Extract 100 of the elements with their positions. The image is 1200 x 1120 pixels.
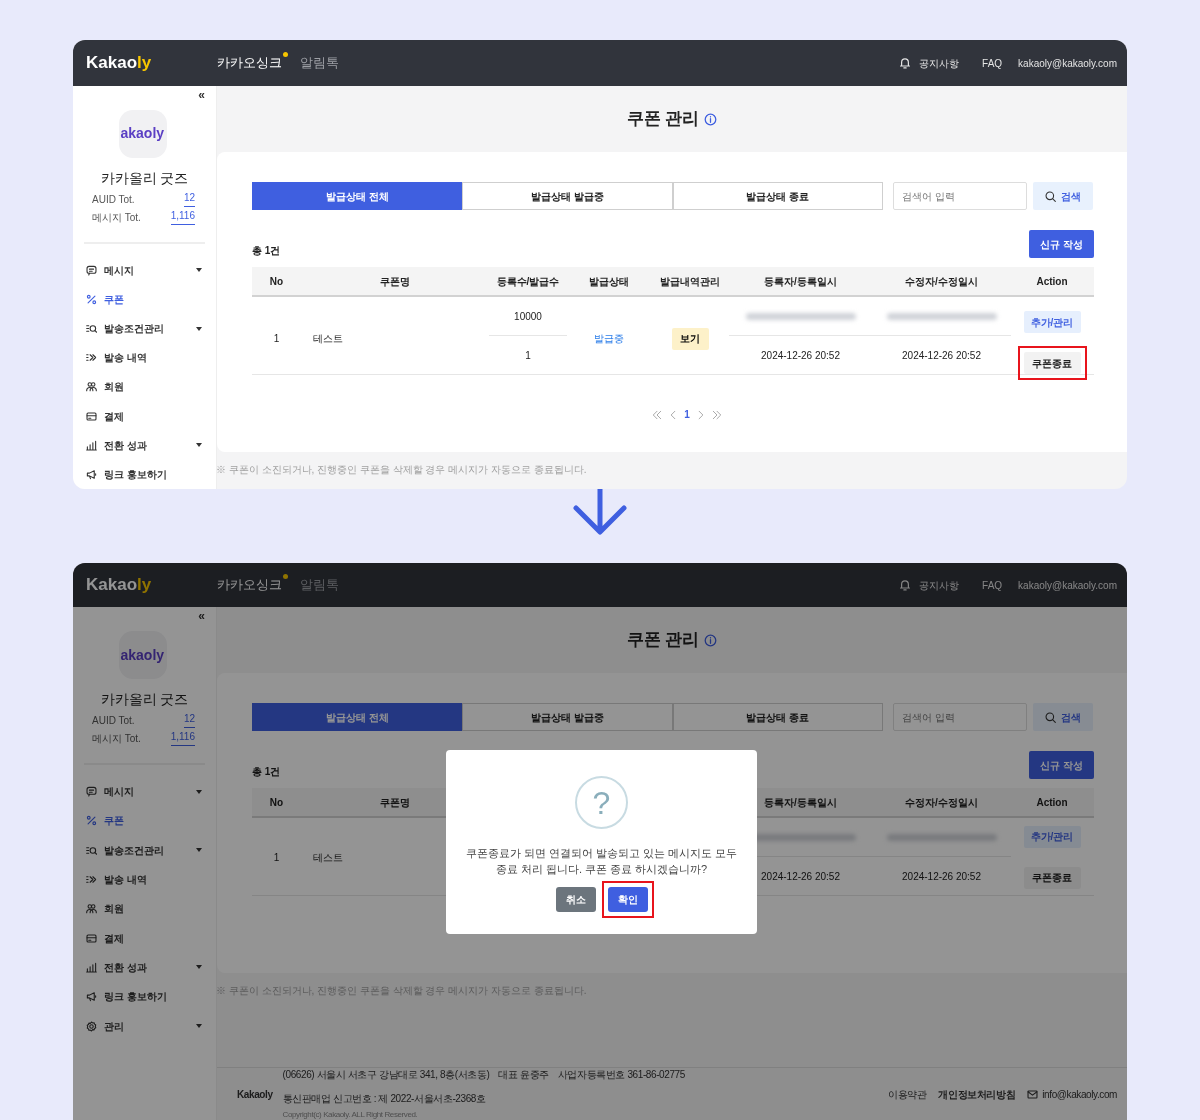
stat-value[interactable]: 12 xyxy=(183,191,195,207)
bell-icon xyxy=(899,579,912,591)
percent-icon xyxy=(86,815,97,827)
faq-link[interactable]: FAQ xyxy=(982,577,1003,593)
footer-link[interactable]: 이용약관 xyxy=(888,1086,927,1102)
sidebar-item[interactable]: 발송조건관리 xyxy=(84,314,205,344)
list-arrow-icon xyxy=(86,874,97,886)
column-header: No xyxy=(268,795,285,810)
table-cell-text: 2024-12-26 20:52 xyxy=(901,349,982,363)
cancel-button[interactable]: 취소 xyxy=(555,887,596,912)
first-page-icon xyxy=(652,409,663,420)
status-text: 발급중 xyxy=(594,332,624,346)
sidebar-item[interactable]: 쿠폰 xyxy=(84,284,205,315)
table-cell: 10000 xyxy=(489,297,567,336)
sidebar-item[interactable]: 발송조건관리 xyxy=(84,835,205,865)
notice-link[interactable]: 공지사항 xyxy=(919,577,960,593)
nav-link[interactable]: 알림톡 xyxy=(300,53,339,73)
status-tab[interactable]: 발급상태 발급중 xyxy=(462,182,673,210)
status-tab[interactable]: 발급상태 전체 xyxy=(252,703,463,731)
nav-link[interactable]: 카카오싱크 xyxy=(217,575,282,595)
search-button[interactable]: 검색 xyxy=(1033,182,1093,210)
stat-value[interactable]: 1,116 xyxy=(170,209,195,225)
page-title: 쿠폰 관리 xyxy=(626,108,700,130)
notice-link[interactable]: 공지사항 xyxy=(919,55,960,71)
sidebar-item[interactable]: 발송 내역 xyxy=(84,343,205,373)
table-cell-text: 테스트 xyxy=(313,850,343,865)
view-button[interactable]: 보기 xyxy=(671,327,709,350)
search-field[interactable]: 검색어 입력 xyxy=(893,703,1027,731)
sidebar-item[interactable]: 쿠폰 xyxy=(84,806,205,836)
sidebar-item[interactable]: 링크 홍보하기 xyxy=(84,982,205,1012)
card-icon xyxy=(86,410,97,422)
company-info: (06626) 서울시 서초구 강남대로 341, 8층(서초동) xyxy=(282,1068,490,1082)
sidebar-item[interactable]: 메시지 xyxy=(84,255,205,285)
confirm-button[interactable]: 확인 xyxy=(607,887,648,912)
faq-link[interactable]: FAQ xyxy=(982,55,1003,71)
stat-label: AUID Tot. xyxy=(92,714,135,728)
sidebar-item[interactable]: 전환 성과 xyxy=(84,952,205,983)
table-cell-text: 테스트 xyxy=(313,332,343,346)
bar-chart-icon xyxy=(86,439,97,451)
column-header: 쿠폰명 xyxy=(379,795,411,810)
total-count: 총 1건 xyxy=(252,244,281,258)
company-info: 대표 윤중주 xyxy=(498,1068,549,1082)
collapse-button[interactable]: « xyxy=(198,609,205,623)
bar-chart-icon xyxy=(86,961,97,973)
column-header: 발급내역관리 xyxy=(659,274,721,289)
sidebar-item[interactable]: 전환 성과 xyxy=(84,430,205,460)
column-header: 수정자/수정일시 xyxy=(904,795,979,810)
column-header: 등록자/등록일시 xyxy=(763,795,838,810)
account-email[interactable]: kakaoly@kakaoly.com xyxy=(1018,55,1117,71)
shop-name: 카카올리 굿즈 xyxy=(99,690,190,709)
sidebar-item[interactable]: 회원 xyxy=(84,894,205,924)
manage-button[interactable]: 추가/관리 xyxy=(1023,825,1081,848)
new-button[interactable]: 신규 작성 xyxy=(1029,230,1094,258)
end-coupon-button[interactable]: 쿠폰종료 xyxy=(1023,866,1081,889)
stat-value[interactable]: 1,116 xyxy=(170,731,195,746)
column-header: 쿠폰명 xyxy=(379,274,411,289)
table-cell-text: 1 xyxy=(524,349,532,363)
sidebar-item[interactable]: 링크 홍보하기 xyxy=(84,459,205,489)
status-tab[interactable]: 발급상태 발급중 xyxy=(462,703,673,731)
table-cell-text: 1 xyxy=(273,332,280,346)
column-header: No xyxy=(268,274,285,289)
logo: Kakaoly xyxy=(86,574,153,597)
sidebar-item[interactable]: 결제 xyxy=(84,401,205,431)
sidebar-item[interactable]: 회원 xyxy=(84,372,205,402)
email-link[interactable]: info@kakaoly.com xyxy=(1027,1086,1117,1102)
stat-label: AUID Tot. xyxy=(92,192,135,207)
list-search-icon xyxy=(86,844,97,856)
column-header: Action xyxy=(1035,795,1069,810)
info-icon xyxy=(704,633,718,647)
new-button[interactable]: 신규 작성 xyxy=(1029,751,1094,779)
column-header: 등록수/발급수 xyxy=(495,274,561,289)
status-tab[interactable]: 발급상태 전체 xyxy=(252,182,463,210)
sidebar-item[interactable]: 관리 xyxy=(84,1011,205,1041)
last-page-icon xyxy=(711,409,722,420)
search-button[interactable]: 검색 xyxy=(1033,703,1093,731)
nav-link[interactable]: 카카오싱크 xyxy=(217,53,282,73)
column-header: Action xyxy=(1035,274,1069,289)
status-tab[interactable]: 발급상태 종료 xyxy=(672,703,883,731)
collapse-button[interactable]: « xyxy=(198,88,205,102)
manage-button[interactable]: 추가/관리 xyxy=(1023,311,1081,333)
logo: Kakaoly xyxy=(86,52,153,75)
sidebar-item[interactable]: 메시지 xyxy=(84,777,205,807)
gear-icon xyxy=(86,1020,97,1032)
shop-name: 카카올리 굿즈 xyxy=(99,168,190,188)
total-count: 총 1건 xyxy=(252,765,281,779)
sidebar-item[interactable]: 결제 xyxy=(84,923,205,953)
message-icon xyxy=(86,786,97,798)
status-tab[interactable]: 발급상태 종료 xyxy=(672,182,883,210)
sidebar-item[interactable]: 발송 내역 xyxy=(84,864,205,895)
stat-value[interactable]: 12 xyxy=(183,713,195,728)
search-field[interactable]: 검색어 입력 xyxy=(893,182,1027,210)
footer-link[interactable]: 개인정보처리방침 xyxy=(938,1086,1016,1102)
column-header: 등록자/등록일시 xyxy=(763,274,838,289)
megaphone-icon xyxy=(86,468,97,480)
account-email[interactable]: kakaoly@kakaoly.com xyxy=(1018,577,1117,593)
message-icon xyxy=(86,264,97,276)
bell-icon xyxy=(899,57,912,69)
page-link[interactable]: 1 xyxy=(684,407,690,422)
end-coupon-button[interactable]: 쿠폰종료 xyxy=(1023,352,1081,374)
list-search-icon xyxy=(86,323,97,335)
